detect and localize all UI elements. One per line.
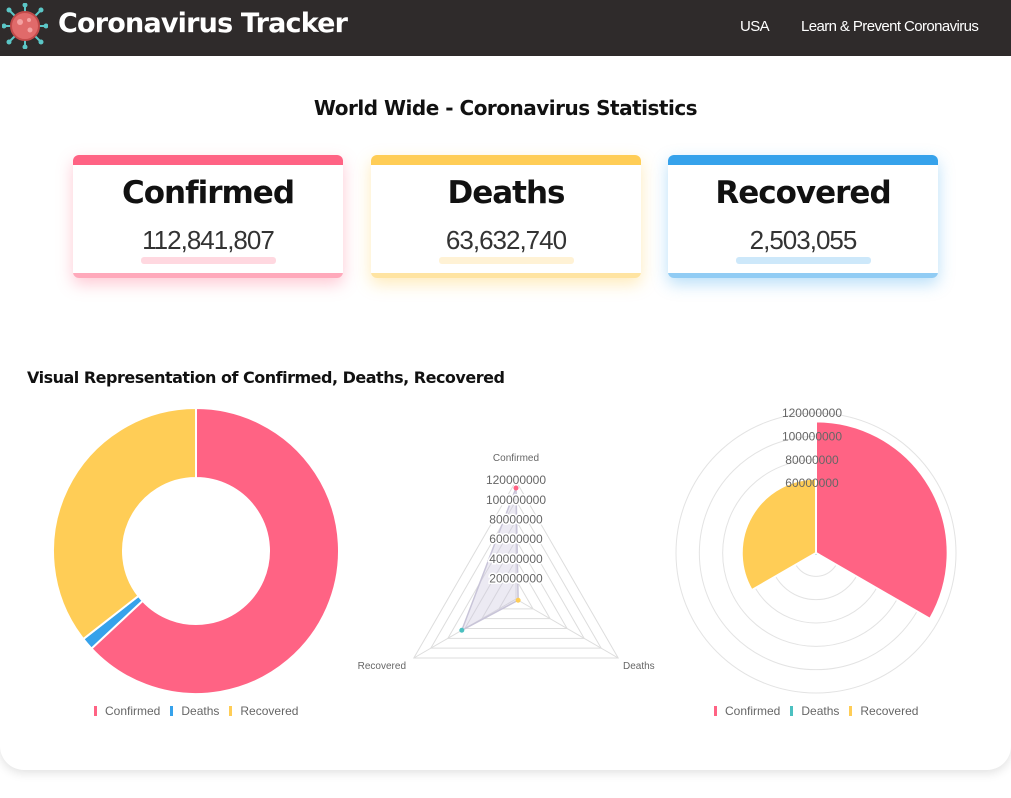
- doughnut-legend: Confirmed Deaths Recovered: [94, 704, 298, 718]
- legend-label: Deaths: [801, 704, 840, 718]
- legend-item[interactable]: Confirmed: [714, 704, 780, 718]
- legend-label: Recovered: [860, 704, 919, 718]
- polar-area-chart[interactable]: 120000000 100000000 80000000 60000000: [0, 0, 1011, 798]
- legend-label: Confirmed: [725, 704, 781, 718]
- legend-swatch: [714, 706, 717, 716]
- polar-tick-label: 120000000: [782, 406, 842, 420]
- legend-swatch: [170, 706, 174, 716]
- legend-swatch: [790, 706, 794, 716]
- legend-item[interactable]: Recovered: [849, 704, 918, 718]
- polar-legend: Confirmed Deaths Recovered: [714, 704, 918, 718]
- polar-tick-label: 100000000: [782, 430, 842, 444]
- legend-item[interactable]: Deaths: [170, 704, 219, 718]
- legend-swatch: [94, 706, 97, 716]
- legend-label: Deaths: [181, 704, 220, 718]
- legend-item[interactable]: Deaths: [790, 704, 839, 718]
- legend-label: Confirmed: [105, 704, 161, 718]
- polar-tick-label: 60000000: [785, 476, 839, 490]
- legend-swatch: [229, 706, 233, 716]
- legend-label: Recovered: [240, 704, 299, 718]
- legend-item[interactable]: Recovered: [229, 704, 298, 718]
- legend-item[interactable]: Confirmed: [94, 704, 160, 718]
- polar-slice-confirmed: [815, 420, 949, 621]
- legend-swatch: [849, 706, 853, 716]
- polar-tick-label: 80000000: [785, 453, 839, 467]
